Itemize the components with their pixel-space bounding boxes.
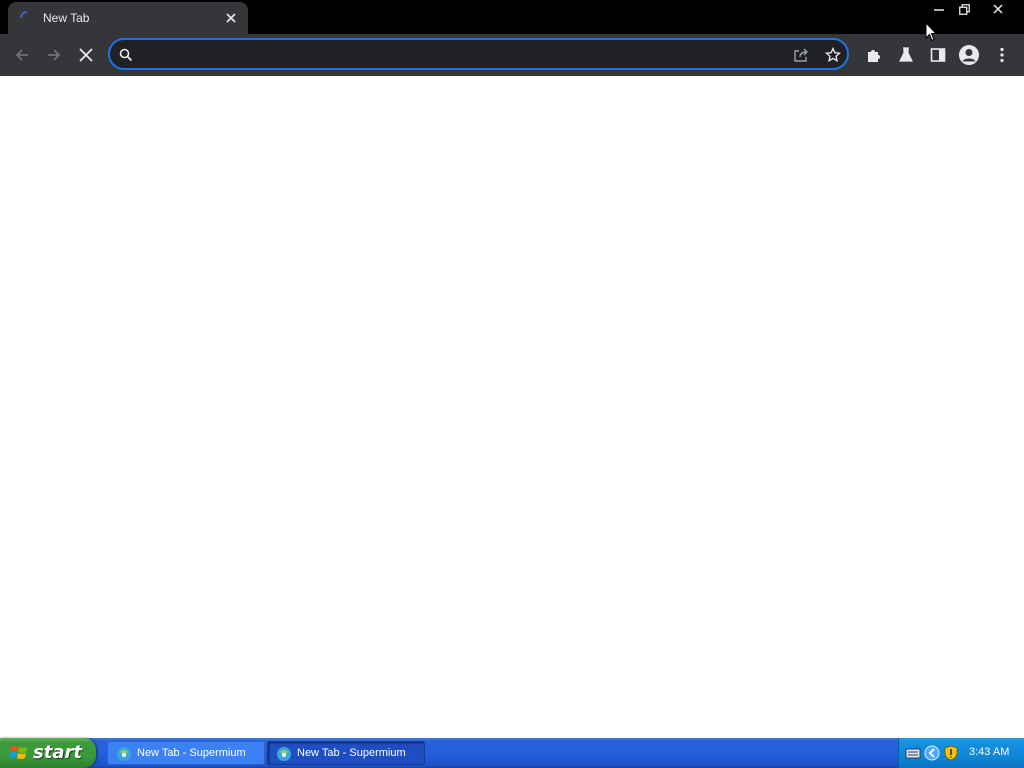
- address-bar[interactable]: [108, 38, 849, 70]
- supermium-app-icon: [116, 746, 132, 762]
- tab-title: New Tab: [43, 11, 90, 25]
- security-shield-icon[interactable]: [943, 745, 959, 761]
- keyboard-icon[interactable]: [905, 745, 921, 761]
- taskbar-item-active[interactable]: New Tab - Supermium: [267, 741, 425, 765]
- minimize-icon[interactable]: [928, 0, 950, 18]
- forward-arrow-icon[interactable]: [42, 43, 66, 67]
- window-close-icon[interactable]: [985, 0, 1011, 18]
- loading-spinner-icon: [20, 11, 34, 25]
- bookmark-star-icon[interactable]: [823, 45, 843, 65]
- back-arrow-icon[interactable]: [10, 43, 34, 67]
- kebab-menu-icon[interactable]: [990, 43, 1014, 67]
- stop-loading-icon[interactable]: [74, 43, 98, 67]
- browser-toolbar: [0, 34, 1024, 76]
- labs-flask-icon[interactable]: [894, 43, 918, 67]
- start-label: start: [33, 742, 82, 763]
- taskbar-item[interactable]: New Tab - Supermium: [107, 741, 265, 765]
- start-button[interactable]: start: [0, 738, 96, 768]
- taskbar-item-label: New Tab - Supermium: [297, 747, 406, 759]
- address-input[interactable]: [144, 44, 788, 66]
- side-panel-icon[interactable]: [926, 43, 950, 67]
- tab-close-icon[interactable]: [222, 9, 240, 27]
- restore-icon[interactable]: [953, 0, 975, 18]
- search-icon: [116, 45, 136, 65]
- supermium-app-icon: [276, 746, 292, 762]
- share-icon[interactable]: [791, 45, 811, 65]
- page-content: [0, 76, 1024, 738]
- taskbar-item-label: New Tab - Supermium: [137, 747, 246, 759]
- system-tray: 3:43 AM: [898, 738, 1024, 768]
- xp-taskbar: start New Tab - Supermium New Tab - Supe…: [0, 738, 1024, 768]
- extensions-puzzle-icon[interactable]: [862, 43, 886, 67]
- profile-avatar-icon[interactable]: [957, 43, 981, 67]
- browser-titlebar: New Tab: [0, 0, 1024, 34]
- network-arrow-icon[interactable]: [924, 745, 940, 761]
- screen: New Tab start New Tab - Supermium New Ta…: [0, 0, 1024, 768]
- mouse-cursor-icon: [925, 21, 938, 42]
- windows-logo-icon: [9, 744, 28, 762]
- clock[interactable]: 3:43 AM: [969, 746, 1009, 758]
- tab-new-tab[interactable]: New Tab: [8, 2, 248, 34]
